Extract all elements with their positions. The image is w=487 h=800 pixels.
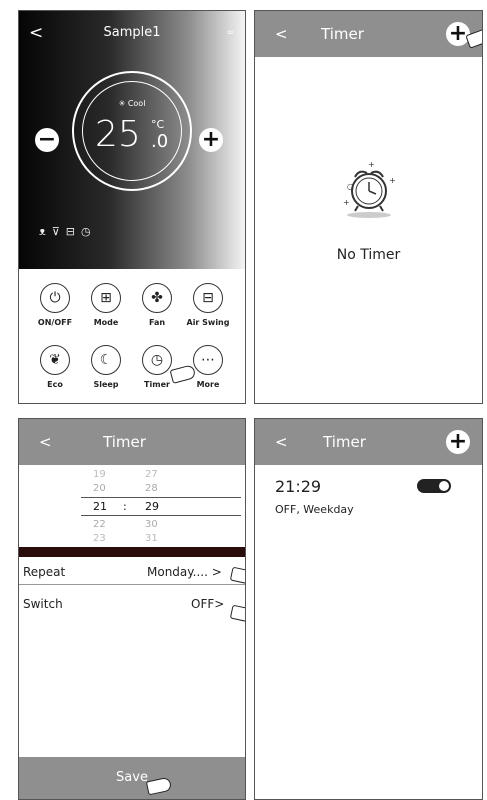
eco-control[interactable]: ❦ Eco xyxy=(31,345,79,389)
add-timer-button[interactable]: + xyxy=(446,430,470,454)
page-title: Timer xyxy=(321,25,364,43)
svg-text:+: + xyxy=(343,198,350,207)
switch-value[interactable]: OFF> xyxy=(191,597,224,611)
empty-state-text: No Timer xyxy=(336,247,401,263)
power-icon: ⏻ xyxy=(40,283,70,313)
picker-row-selected[interactable]: 21: 29 xyxy=(19,500,245,514)
temperature-unit: °C xyxy=(151,118,165,131)
timer-header: < Timer + xyxy=(255,419,482,465)
timer-status-icon: ◷ xyxy=(80,225,97,238)
hour-option[interactable]: 22 xyxy=(93,519,106,530)
onoff-control[interactable]: ⏻ ON/OFF xyxy=(31,283,79,327)
picker-divider xyxy=(81,497,241,498)
timer-list-panel: < Timer + 21:29 OFF, Weekday xyxy=(254,418,483,800)
timer-header: < Timer xyxy=(19,419,245,465)
swing-status-icon: ⊽ xyxy=(51,225,66,238)
svg-text:+: + xyxy=(389,176,396,185)
save-button[interactable]: Save xyxy=(19,757,245,799)
timer-header: < Timer + xyxy=(255,11,482,57)
control-label: Mode xyxy=(93,318,119,327)
temperature-decimal: .0 xyxy=(151,131,169,152)
device-name: Sample1 xyxy=(103,25,161,40)
timer-empty-panel: < Timer + ○ + + + No Timer xyxy=(254,10,483,404)
moon-icon: ☾ xyxy=(91,345,121,375)
timer-edit-panel: < Timer 19 27 20 28 21:29 22 30 23 31 Repeat… xyxy=(18,418,246,800)
more-options-icon[interactable]: ∞ xyxy=(227,28,234,38)
minute-option[interactable]: 31 xyxy=(145,533,158,544)
divider-bar xyxy=(19,547,245,557)
temp-up-button[interactable]: + xyxy=(199,128,223,152)
picker-row[interactable]: 19 27 xyxy=(19,469,245,483)
airswing-icon: ⊟ xyxy=(193,283,223,313)
picker-row[interactable]: 23 31 xyxy=(19,533,245,547)
ac-control-panel: < Sample1 ∞ ✳ Cool 25 °C .0 − + ᴥ⊽⊟◷ ⏻ ON… xyxy=(18,10,246,404)
leaf-icon: ❦ xyxy=(40,345,70,375)
control-label: ON/OFF xyxy=(37,318,73,327)
repeat-value[interactable]: Monday.... > xyxy=(147,565,222,579)
fan-status-icon: ᴥ xyxy=(39,225,52,238)
fan-icon: ✤ xyxy=(142,283,172,313)
time-separator: : xyxy=(123,500,127,513)
time-picker[interactable]: 19 27 20 28 21:29 22 30 23 31 xyxy=(19,465,245,549)
airswing-status-icon: ⊟ xyxy=(65,225,81,238)
hour-option[interactable]: 20 xyxy=(93,483,106,494)
mode-label: Cool xyxy=(127,99,146,108)
timer-detail: OFF, Weekday xyxy=(275,503,354,516)
minute-option[interactable]: 30 xyxy=(145,519,158,530)
control-label: Air Swing xyxy=(186,318,230,327)
alarm-clock-icon: ○ + + + xyxy=(343,161,396,218)
airswing-control[interactable]: ⊟ Air Swing xyxy=(184,283,232,327)
timer-toggle[interactable] xyxy=(417,479,451,493)
mode-indicator: ✳ Cool xyxy=(118,99,146,108)
timer-time[interactable]: 21:29 xyxy=(275,477,321,496)
control-label: Fan xyxy=(148,318,166,327)
ellipsis-icon: ⋯ xyxy=(193,345,223,375)
back-button[interactable]: < xyxy=(275,25,288,43)
toggle-knob xyxy=(439,481,449,491)
hand-pointer-icon xyxy=(229,604,245,624)
row-divider xyxy=(19,584,245,585)
sleep-control[interactable]: ☾ Sleep xyxy=(82,345,130,389)
hour-selected[interactable]: 21 xyxy=(93,500,107,513)
hour-option[interactable]: 23 xyxy=(93,533,106,544)
control-label: More xyxy=(196,380,220,389)
temp-down-button[interactable]: − xyxy=(35,128,59,152)
page-title: Timer xyxy=(323,433,366,451)
timer-icon: ◷ xyxy=(142,345,172,375)
mode-control[interactable]: ⊞ Mode xyxy=(82,283,130,327)
minute-selected[interactable]: 29 xyxy=(145,500,159,513)
picker-divider xyxy=(81,515,241,516)
picker-row[interactable]: 22 30 xyxy=(19,519,245,533)
mode-icon: ⊞ xyxy=(91,283,121,313)
back-button[interactable]: < xyxy=(275,433,288,451)
ac-status-area: < Sample1 ∞ ✳ Cool 25 °C .0 − + ᴥ⊽⊟◷ xyxy=(19,11,245,269)
control-label: Sleep xyxy=(93,380,119,389)
control-label: Eco xyxy=(47,380,63,389)
svg-text:○: ○ xyxy=(347,182,354,191)
repeat-label: Repeat xyxy=(23,565,66,579)
hour-option[interactable]: 19 xyxy=(93,469,106,480)
minute-option[interactable]: 28 xyxy=(145,483,158,494)
picker-row[interactable]: 20 28 xyxy=(19,483,245,497)
fan-control[interactable]: ✤ Fan xyxy=(133,283,181,327)
status-icons: ᴥ⊽⊟◷ xyxy=(39,225,97,238)
svg-text:+: + xyxy=(368,161,375,169)
switch-label: Switch xyxy=(23,597,63,611)
temperature-value: 25 xyxy=(95,114,141,155)
back-button[interactable]: < xyxy=(39,433,52,451)
minute-option[interactable]: 27 xyxy=(145,469,158,480)
page-title: Timer xyxy=(103,433,146,451)
hand-pointer-icon xyxy=(229,566,245,586)
